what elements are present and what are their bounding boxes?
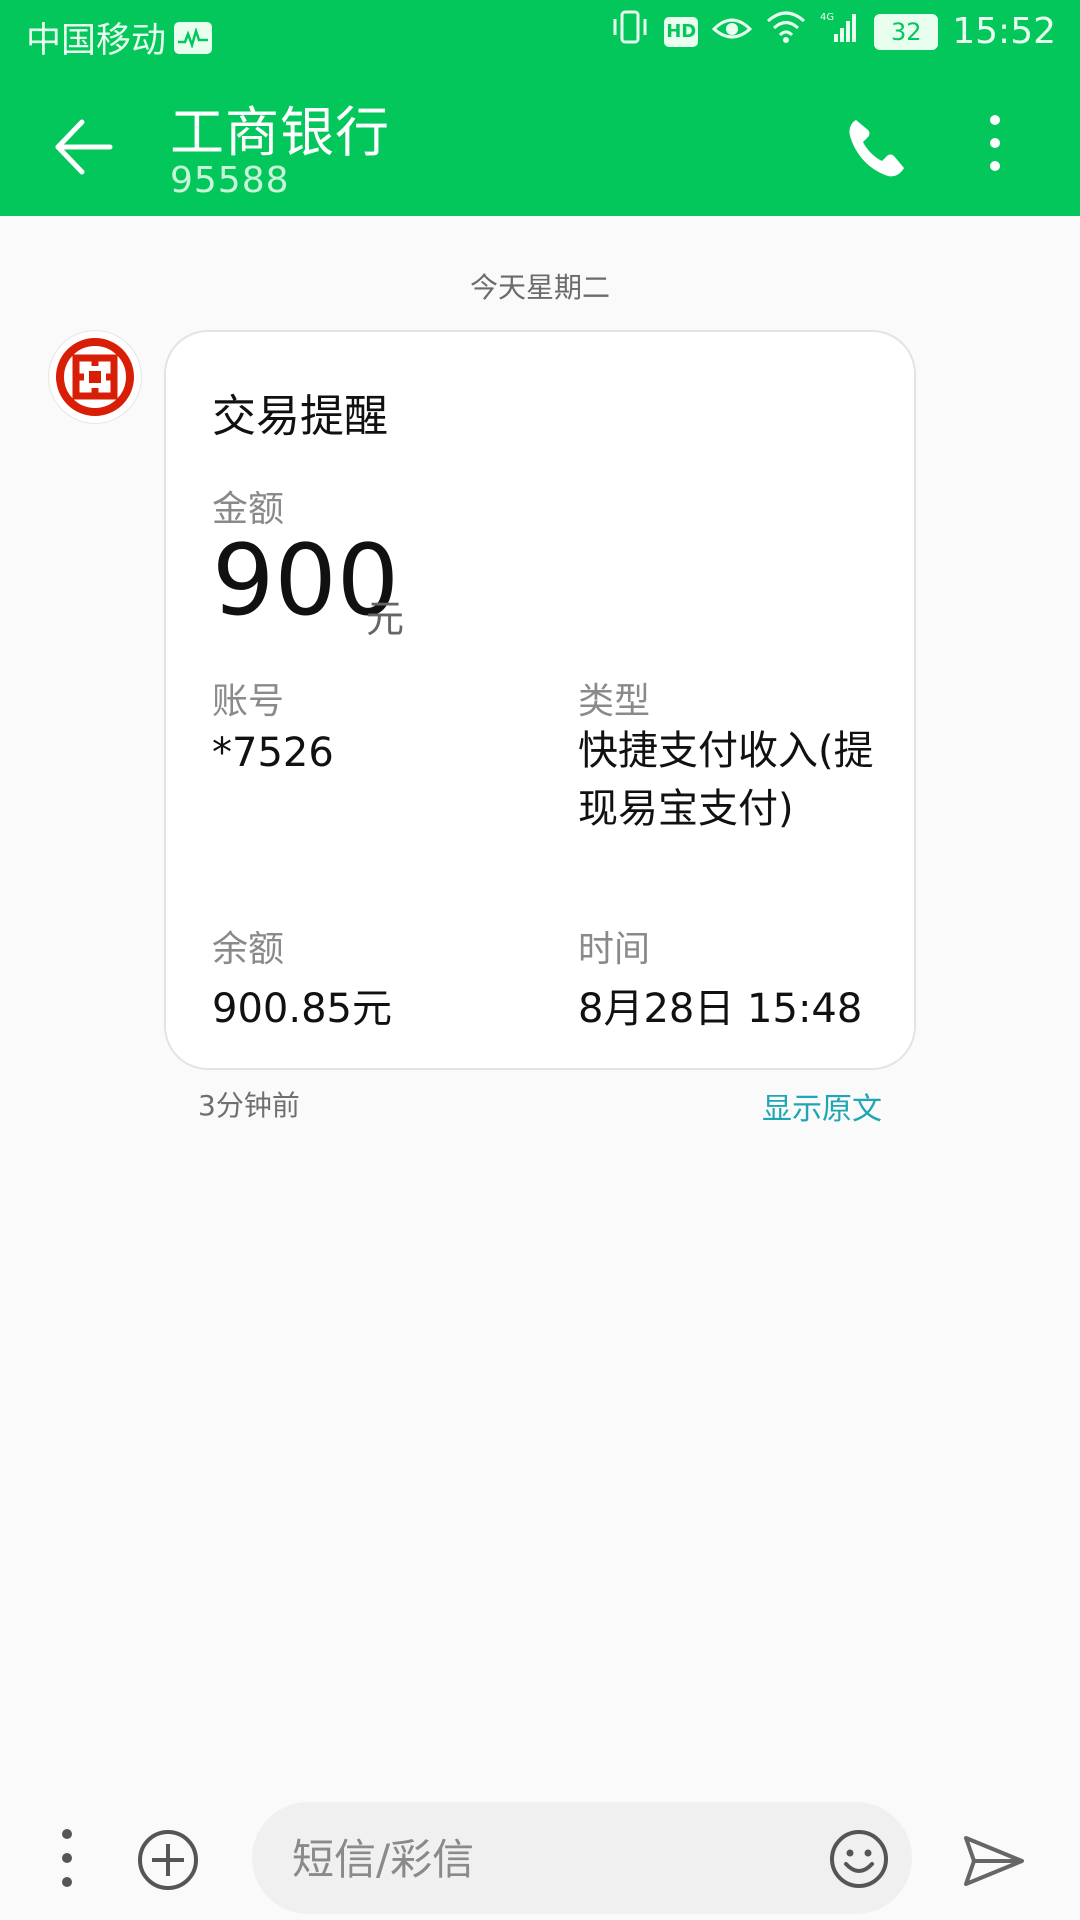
message-input[interactable] bbox=[290, 1802, 814, 1916]
emoji-button[interactable] bbox=[828, 1828, 890, 1890]
smiley-icon bbox=[830, 1830, 888, 1888]
network-type: 4G bbox=[820, 12, 834, 23]
amount-unit: 元 bbox=[366, 597, 405, 641]
account-value: *7526 bbox=[212, 730, 334, 776]
message-title: 交易提醒 bbox=[212, 391, 388, 442]
contact-number: 95588 bbox=[170, 160, 290, 201]
wifi-icon bbox=[766, 11, 806, 52]
call-button[interactable] bbox=[842, 112, 912, 182]
balance-label: 余额 bbox=[212, 929, 285, 970]
conversation-header: 中国移动 HD 4G 32 15:52 工商银行 95588 bbox=[0, 0, 1080, 216]
type-label: 类型 bbox=[578, 681, 651, 722]
phone-icon bbox=[849, 120, 904, 177]
carrier: 中国移动 bbox=[26, 12, 213, 63]
time-value: 8月28日 15:48 bbox=[578, 986, 863, 1032]
status-icons: HD 4G 32 15:52 bbox=[610, 10, 1056, 53]
more-options-button[interactable] bbox=[975, 110, 1015, 180]
message-timestamp: 3分钟前 bbox=[198, 1089, 300, 1122]
plus-circle-icon bbox=[138, 1830, 198, 1890]
time-label: 时间 bbox=[578, 929, 651, 970]
hd-badge: HD bbox=[664, 16, 699, 47]
vertical-dots-icon bbox=[62, 1829, 72, 1887]
send-icon bbox=[964, 1836, 1024, 1886]
eye-icon bbox=[712, 11, 753, 52]
signal-icon: 4G bbox=[820, 10, 860, 53]
contact-name: 工商银行 bbox=[170, 101, 390, 164]
show-original-link[interactable]: 显示原文 bbox=[762, 1084, 882, 1128]
icbc-logo-icon bbox=[56, 338, 134, 416]
arrow-left-icon bbox=[55, 119, 113, 175]
message-input-wrapper bbox=[252, 1802, 912, 1916]
back-button[interactable] bbox=[50, 112, 120, 182]
vertical-dots-icon bbox=[990, 115, 1000, 171]
battery-level: 32 bbox=[890, 17, 922, 46]
clock: 15:52 bbox=[952, 11, 1056, 52]
add-attachment-button[interactable] bbox=[136, 1828, 200, 1892]
account-label: 账号 bbox=[212, 681, 285, 722]
battery-icon: 32 bbox=[874, 13, 939, 50]
carrier-name: 中国移动 bbox=[26, 21, 167, 61]
composer-bar bbox=[0, 1780, 1080, 1920]
activity-icon bbox=[174, 21, 213, 54]
balance-value: 900.85元 bbox=[212, 986, 392, 1032]
send-button[interactable] bbox=[962, 1834, 1026, 1888]
date-separator: 今天星期二 bbox=[469, 271, 610, 304]
sender-avatar[interactable] bbox=[48, 330, 142, 424]
type-value: 快捷支付收入(提现易宝支付) bbox=[578, 728, 874, 832]
message-bubble[interactable]: 交易提醒 金额 900 元 账号 *7526 类型 快捷支付收入(提现易宝支付)… bbox=[164, 330, 916, 1070]
composer-menu-button[interactable] bbox=[52, 1824, 82, 1894]
status-bar: 中国移动 HD 4G 32 15:52 bbox=[0, 0, 1080, 70]
vibrate-icon bbox=[610, 10, 650, 53]
